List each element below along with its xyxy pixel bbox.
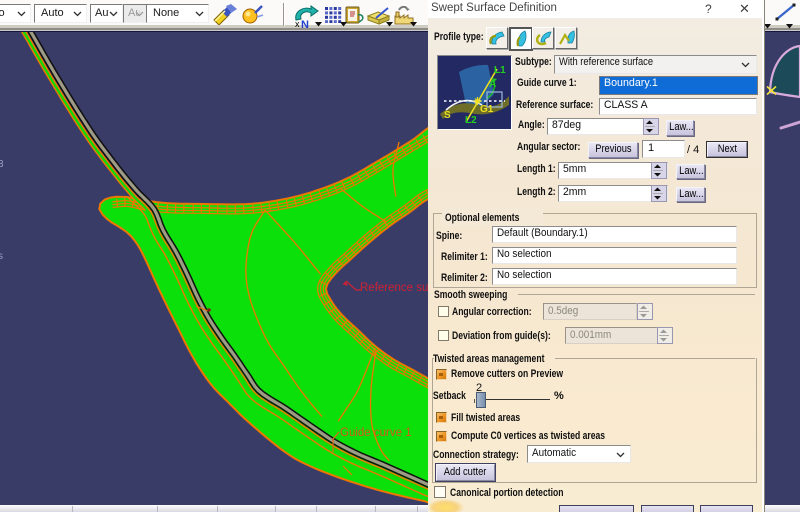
svg-text:x: x: [295, 19, 300, 28]
svg-text:A: A: [489, 79, 496, 90]
svg-text:3: 3: [0, 159, 4, 170]
svg-text:S: S: [444, 110, 451, 121]
svg-text:Reference su: Reference su: [360, 282, 428, 294]
svg-text:N: N: [301, 19, 309, 28]
svg-text:s: s: [0, 251, 3, 262]
svg-text:Guide curve 1: Guide curve 1: [340, 427, 412, 439]
svg-text:L1: L1: [494, 65, 506, 76]
svg-text:L2: L2: [465, 115, 477, 126]
svg-text:G1: G1: [480, 104, 494, 115]
